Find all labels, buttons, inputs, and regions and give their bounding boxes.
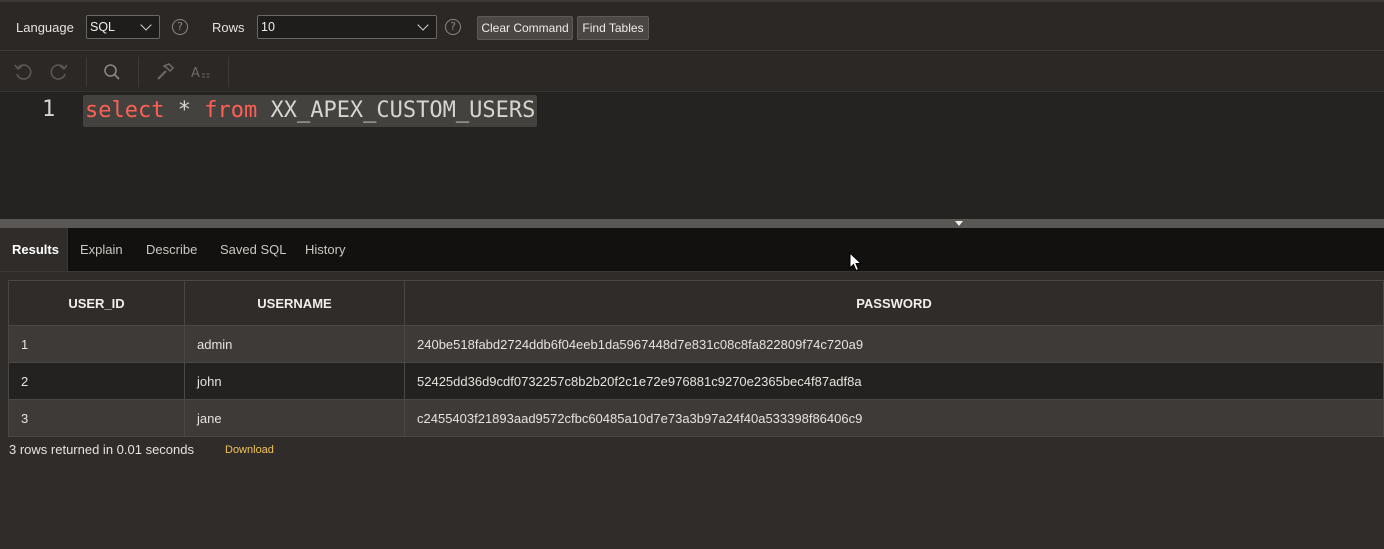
tab-saved-sql[interactable]: Saved SQL bbox=[208, 228, 299, 271]
results-table: USER_ID USERNAME PASSWORD 1 admin 240be5… bbox=[8, 280, 1384, 437]
cell-user-id: 1 bbox=[8, 325, 185, 363]
column-header-password[interactable]: PASSWORD bbox=[404, 280, 1384, 326]
find-tables-button[interactable]: Find Tables bbox=[577, 16, 649, 40]
mouse-cursor-icon bbox=[849, 251, 863, 277]
table-header-row: USER_ID USERNAME PASSWORD bbox=[8, 280, 1384, 326]
table-row: 1 admin 240be518fabd2724ddb6f04eeb1da596… bbox=[8, 325, 1384, 363]
line-number: 1 bbox=[42, 97, 56, 122]
sql-editor[interactable]: 1 select * from XX_APEX_CUSTOM_USERS bbox=[0, 92, 1384, 219]
language-select[interactable]: SQL bbox=[86, 15, 160, 39]
top-toolbar: Language SQL ? Rows 10 ? Clear Command F… bbox=[0, 0, 1384, 51]
rows-label: Rows bbox=[212, 20, 245, 35]
tab-explain[interactable]: Explain bbox=[68, 228, 135, 271]
code-line[interactable]: select * from XX_APEX_CUSTOM_USERS bbox=[83, 95, 538, 127]
editor-toolbar: A bbox=[0, 51, 1384, 92]
tab-describe[interactable]: Describe bbox=[134, 228, 209, 271]
redo-icon[interactable] bbox=[49, 62, 69, 87]
chevron-down-icon bbox=[417, 19, 429, 31]
chevron-down-icon bbox=[140, 19, 152, 31]
rows-select[interactable]: 10 bbox=[257, 15, 437, 39]
keyword-select: select bbox=[85, 98, 165, 123]
code-star: * bbox=[164, 98, 205, 123]
panel-splitter[interactable] bbox=[0, 219, 1384, 228]
language-label: Language bbox=[16, 20, 74, 35]
rows-value: 10 bbox=[261, 20, 275, 34]
search-icon[interactable] bbox=[102, 62, 122, 87]
cell-password: 52425dd36d9cdf0732257c8b2b20f2c1e72e9768… bbox=[404, 362, 1384, 400]
code-table-name: XX_APEX_CUSTOM_USERS bbox=[257, 98, 536, 123]
hammer-icon[interactable] bbox=[155, 62, 175, 87]
text-format-icon[interactable]: A bbox=[191, 62, 213, 87]
tab-results[interactable]: Results bbox=[0, 228, 68, 271]
keyword-from: from bbox=[204, 98, 258, 123]
svg-text:A: A bbox=[191, 66, 200, 81]
cell-password: c2455403f21893aad9572cfbc60485a10d7e73a3… bbox=[404, 399, 1384, 437]
undo-icon[interactable] bbox=[13, 62, 33, 87]
table-row: 3 jane c2455403f21893aad9572cfbc60485a10… bbox=[8, 399, 1384, 437]
rows-help-icon[interactable]: ? bbox=[445, 19, 461, 35]
results-tabs: Results Explain Describe Saved SQL Histo… bbox=[0, 228, 1384, 272]
table-row: 2 john 52425dd36d9cdf0732257c8b2b20f2c1e… bbox=[8, 362, 1384, 400]
clear-command-button[interactable]: Clear Command bbox=[477, 16, 573, 40]
cell-username: admin bbox=[184, 325, 405, 363]
cell-username: john bbox=[184, 362, 405, 400]
column-header-username[interactable]: USERNAME bbox=[184, 280, 405, 326]
download-link[interactable]: Download bbox=[225, 444, 274, 456]
language-value: SQL bbox=[90, 20, 116, 34]
cell-password: 240be518fabd2724ddb6f04eeb1da5967448d7e8… bbox=[404, 325, 1384, 363]
toolbar-divider bbox=[138, 57, 139, 87]
column-header-user-id[interactable]: USER_ID bbox=[8, 280, 185, 326]
language-help-icon[interactable]: ? bbox=[172, 19, 188, 35]
cell-user-id: 3 bbox=[8, 399, 185, 437]
tab-history[interactable]: History bbox=[293, 228, 357, 271]
cell-user-id: 2 bbox=[8, 362, 185, 400]
rows-returned-summary: 3 rows returned in 0.01 seconds bbox=[9, 442, 194, 457]
toolbar-divider bbox=[86, 57, 87, 87]
cell-username: jane bbox=[184, 399, 405, 437]
collapse-arrow-icon[interactable] bbox=[955, 221, 963, 226]
toolbar-divider bbox=[228, 57, 229, 87]
